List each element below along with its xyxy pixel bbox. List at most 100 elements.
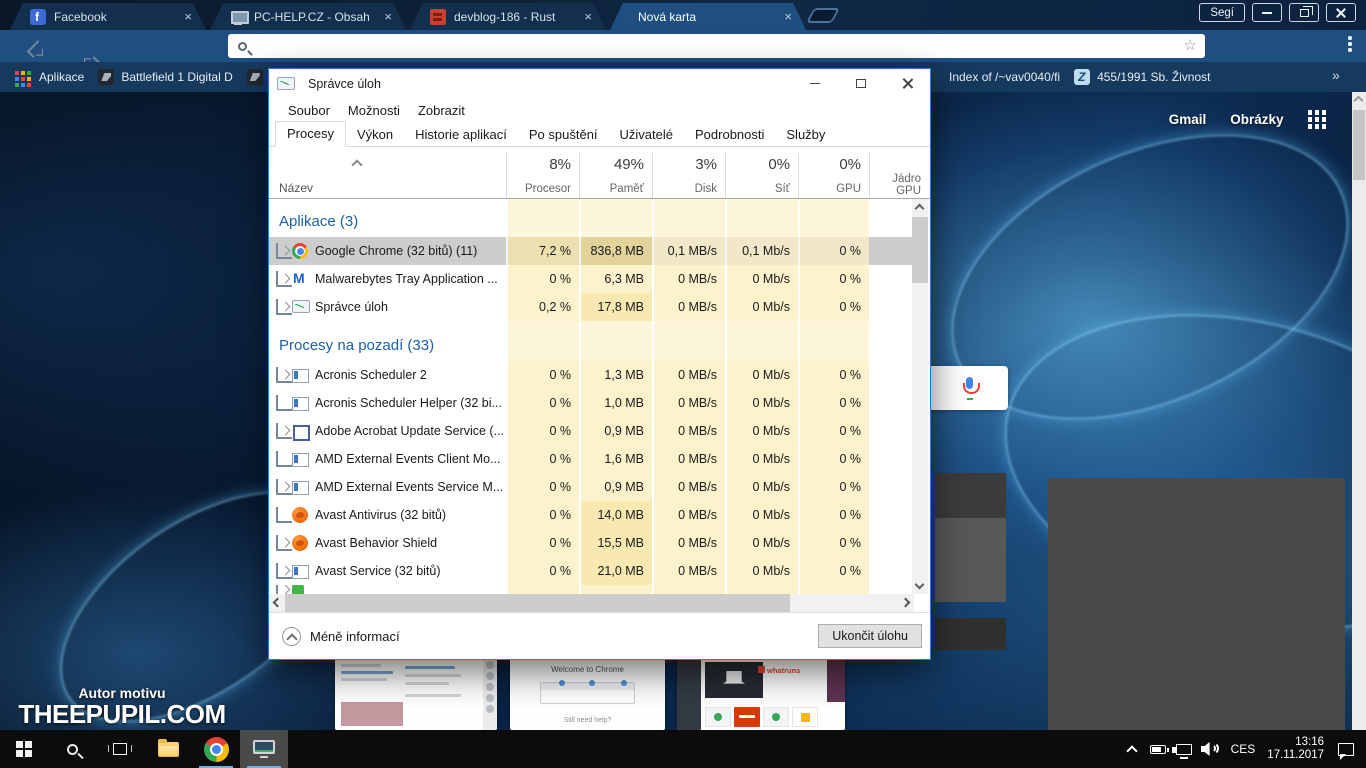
group-header-aplikace-3[interactable]: Aplikace (3) [269, 199, 914, 237]
restore-button[interactable] [1289, 3, 1319, 22]
shortcut-tile[interactable] [935, 618, 1006, 650]
column-header-sit[interactable]: 0% Síť [725, 153, 798, 198]
browser-tab-nova-karta[interactable]: Nová karta × [610, 3, 806, 30]
column-header-gpu[interactable]: 0% GPU [798, 153, 869, 198]
shortcut-tile[interactable] [935, 518, 1006, 602]
menu-zobrazit[interactable]: Zobrazit [409, 103, 474, 118]
bookmark-star-icon[interactable]: ☆ [1184, 36, 1197, 54]
vertical-scrollbar[interactable] [912, 199, 928, 594]
column-header-disk[interactable]: 3% Disk [652, 153, 725, 198]
expand-chevron-icon[interactable] [276, 423, 292, 439]
scroll-left-icon[interactable] [272, 597, 283, 608]
browser-tab-devblog-186-rust[interactable]: devblog-186 - Rust × [410, 3, 606, 30]
expand-chevron-icon[interactable] [276, 563, 292, 579]
thumbnail-whatruns[interactable]: whatruns [677, 658, 845, 730]
hidden-icons-button[interactable] [1119, 730, 1145, 768]
thumbnail-facebook[interactable] [335, 658, 497, 730]
process-row-avast-antivirus-32-bitu[interactable]: Avast Antivirus (32 bitů) 0 % 14,0 MB 0 MB/… [269, 501, 914, 529]
google-search-box[interactable] [930, 366, 1008, 410]
scrollbar-thumb[interactable] [1353, 110, 1365, 180]
address-bar[interactable]: ☆ [228, 34, 1205, 58]
tab-close-icon[interactable]: × [782, 10, 794, 23]
tab-close-icon[interactable]: × [382, 10, 394, 23]
profile-button[interactable]: Segí [1199, 3, 1245, 22]
process-row-malwarebytes-tray-application[interactable]: Malwarebytes Tray Application ...0 %6,3 … [269, 265, 914, 293]
column-header-nazev[interactable]: Název [269, 153, 506, 198]
minimize-button[interactable] [1252, 3, 1282, 22]
expand-chevron-icon[interactable] [276, 243, 292, 259]
start-button[interactable] [0, 730, 48, 768]
images-link[interactable]: Obrázky [1230, 112, 1283, 127]
taskbar-chrome-button[interactable] [192, 730, 240, 768]
mic-icon[interactable] [962, 377, 980, 400]
taskbar-clock[interactable]: 13:16 17.11.2017 [1263, 736, 1332, 763]
tab-uzivatele[interactable]: Uživatelé [609, 123, 684, 147]
tab-procesy[interactable]: Procesy [275, 121, 346, 147]
bookmark-battlefield-1-digital-d[interactable]: Battlefield 1 Digital D [98, 69, 233, 85]
column-header-jadro-gpu[interactable]: Jádro GPU [869, 153, 929, 198]
process-row-avast-service-32-bitu[interactable]: Avast Service (32 bitů) 0 % 21,0 MB 0 MB/s 0… [269, 557, 914, 585]
expand-chevron-icon[interactable] [276, 479, 292, 495]
thumbnail-welcome-chrome[interactable]: Welcome to Chrome Still need help? [510, 658, 665, 730]
less-info-chevron-icon[interactable] [282, 626, 301, 646]
back-button[interactable] [26, 40, 45, 58]
page-scrollbar[interactable] [1352, 92, 1366, 730]
scroll-up-icon[interactable] [914, 203, 925, 214]
bookmark-left-3[interactable] [246, 69, 263, 85]
taskbar-search-button[interactable] [48, 730, 96, 768]
tm-minimize-button[interactable] [792, 69, 838, 98]
process-row-adobe-acrobat-update-service[interactable]: Adobe Acrobat Update Service (... 0 % 0,9 … [269, 417, 914, 445]
bookmark-aplikace[interactable]: Aplikace [14, 70, 84, 84]
shortcut-tile[interactable] [935, 473, 1006, 518]
process-row-amd-external-events-service-m[interactable]: AMD External Events Service M... 0 % 0,9 M… [269, 473, 914, 501]
column-header-procesor[interactable]: 8% Procesor [506, 153, 579, 198]
tab-podrobnosti[interactable]: Podrobnosti [684, 123, 775, 147]
column-header-pamet[interactable]: 49% Paměť [579, 153, 652, 198]
menu-moznosti[interactable]: Možnosti [339, 103, 409, 118]
task-view-button[interactable] [96, 730, 144, 768]
bookmarks-overflow-chevron[interactable]: » [1332, 67, 1340, 83]
process-row-avast-behavior-shield[interactable]: Avast Behavior Shield 0 % 15,5 MB 0 MB/s 0 M… [269, 529, 914, 557]
scroll-down-icon[interactable] [914, 579, 925, 590]
process-row-google-chrome-32-bitu-11[interactable]: Google Chrome (32 bitů) (11) 7,2 % 836,8 M… [269, 237, 914, 265]
group-header-procesy-na-pozadi-33[interactable]: Procesy na pozadí (33) [269, 321, 914, 361]
end-task-button[interactable]: Ukončit úlohu [818, 624, 922, 648]
menu-soubor[interactable]: Soubor [279, 103, 339, 118]
process-row-acronis-scheduler-2[interactable]: Acronis Scheduler 20 % 1,3 MB 0 MB/s 0 Mb/s… [269, 361, 914, 389]
tab-close-icon[interactable]: × [582, 10, 594, 23]
tab-po-spusteni[interactable]: Po spuštění [518, 123, 609, 147]
new-tab-button[interactable] [806, 8, 840, 23]
network-status[interactable] [1171, 730, 1197, 768]
file-explorer-button[interactable] [144, 730, 192, 768]
expand-chevron-icon[interactable] [276, 535, 292, 551]
scrollbar-thumb[interactable] [912, 217, 928, 283]
process-row-acronis-scheduler-helper-32-bi[interactable]: Acronis Scheduler Helper (32 bi... 0 % 1,0… [269, 389, 914, 417]
google-apps-grid-icon[interactable] [1307, 110, 1312, 115]
process-row-spravce-uloh[interactable]: Správce úloh 0,2 % 17,8 MB 0 MB/s 0 Mb/s 0 % [269, 293, 914, 321]
process-row-amd-external-events-client-mo[interactable]: AMD External Events Client Mo... 0 % 1,6 M… [269, 445, 914, 473]
close-button[interactable] [1326, 3, 1356, 22]
tab-sluzby[interactable]: Služby [775, 123, 836, 147]
tab-close-icon[interactable]: × [182, 10, 194, 23]
tab-vykon[interactable]: Výkon [346, 123, 404, 147]
expand-chevron-icon[interactable] [276, 271, 292, 287]
horizontal-scrollbar[interactable] [269, 594, 914, 612]
expand-chevron-icon[interactable] [276, 299, 292, 315]
gmail-link[interactable]: Gmail [1169, 112, 1207, 127]
browser-tab-facebook[interactable]: Facebook × [10, 3, 206, 30]
bookmark-index-of-vav0040-fi[interactable]: Index of /~vav0040/fi [949, 70, 1060, 84]
less-info-label[interactable]: Méně informací [310, 629, 400, 644]
bookmark-455-1991-sb-zivnost[interactable]: 455/1991 Sb. Živnost [1074, 69, 1211, 85]
scroll-right-icon[interactable] [900, 597, 911, 608]
battery-status[interactable] [1145, 730, 1171, 768]
action-center-icon[interactable] [1338, 742, 1354, 760]
browser-tab-pc-help-cz-obsah[interactable]: PC-HELP.CZ - Obsah × [210, 3, 406, 30]
volume-status[interactable] [1197, 730, 1223, 768]
tm-close-button[interactable] [884, 69, 930, 98]
language-indicator[interactable]: CES [1223, 742, 1264, 756]
expand-chevron-icon[interactable] [276, 367, 292, 383]
browser-menu-icon[interactable] [1348, 36, 1352, 52]
scroll-up-icon[interactable] [1353, 95, 1364, 106]
tab-historie-aplikaci[interactable]: Historie aplikací [404, 123, 518, 147]
tm-maximize-button[interactable] [838, 69, 884, 98]
